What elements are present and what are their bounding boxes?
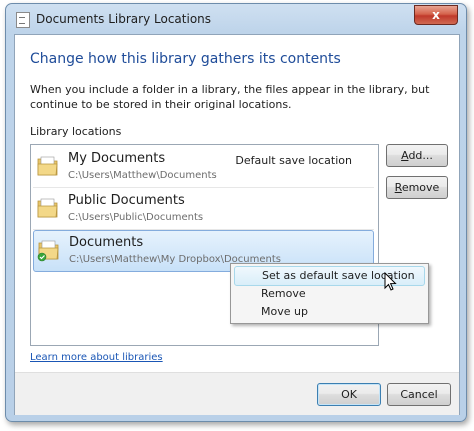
library-locations-label: Library locations — [30, 125, 122, 138]
folder-icon — [37, 156, 58, 176]
cancel-button[interactable]: Cancel — [387, 383, 451, 406]
folder-icon — [37, 198, 58, 218]
location-item-public-documents[interactable]: Public Documents C:\Users\Public\Documen… — [33, 189, 374, 230]
title-bar[interactable]: Documents Library Locations x — [6, 4, 466, 34]
location-name: Public Documents — [68, 193, 185, 208]
dialog-window: Documents Library Locations x Change how… — [5, 3, 467, 422]
dialog-footer: OK Cancel — [15, 372, 459, 415]
menu-item-label: Move up — [261, 305, 308, 318]
menu-item-move-up[interactable]: Move up — [234, 303, 423, 321]
location-name: Documents — [69, 235, 144, 250]
learn-more-link[interactable]: Learn more about libraries — [30, 352, 163, 363]
window-title: Documents Library Locations — [36, 12, 212, 26]
add-button[interactable]: Add... — [386, 144, 448, 167]
dialog-content: Change how this library gathers its cont… — [14, 34, 460, 415]
remove-button-label: emove — [401, 181, 440, 194]
ok-button[interactable]: OK — [317, 383, 381, 406]
location-item-my-documents[interactable]: My Documents C:\Users\Matthew\Documents … — [33, 147, 374, 188]
remove-button-accelerator: R — [394, 181, 402, 194]
location-name: My Documents — [68, 151, 166, 166]
dialog-heading: Change how this library gathers its cont… — [30, 51, 341, 67]
context-menu: Set as default save location Remove Move… — [230, 263, 429, 324]
menu-item-label: Remove — [261, 287, 306, 300]
default-save-location-badge: Default save location — [235, 154, 352, 167]
dialog-description: When you include a folder in a library, … — [30, 83, 430, 111]
mouse-cursor-icon — [384, 272, 397, 291]
location-path: C:\Users\Public\Documents — [68, 212, 204, 223]
location-path: C:\Users\Matthew\Documents — [68, 170, 217, 181]
add-button-label: dd... — [408, 149, 433, 162]
remove-button[interactable]: Remove — [386, 176, 448, 199]
close-button[interactable]: x — [414, 5, 458, 25]
library-icon — [16, 12, 30, 28]
dropbox-folder-icon — [37, 240, 59, 262]
